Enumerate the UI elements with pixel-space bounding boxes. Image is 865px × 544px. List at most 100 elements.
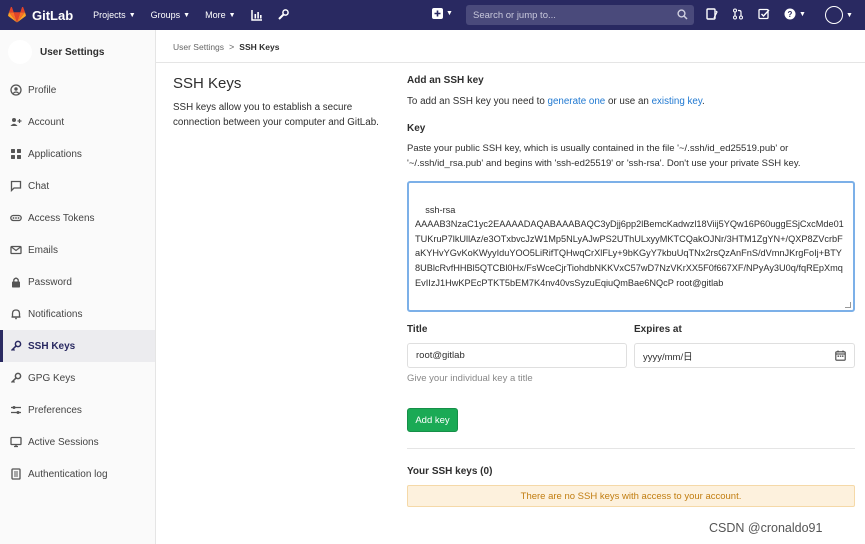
preferences-icon bbox=[9, 403, 23, 417]
admin-wrench-icon[interactable] bbox=[277, 9, 289, 21]
sidebar-item-label: Applications bbox=[28, 148, 82, 160]
activity-chart-icon[interactable] bbox=[250, 9, 263, 21]
account-icon bbox=[9, 115, 23, 129]
calendar-icon[interactable] bbox=[835, 350, 846, 361]
section-divider bbox=[407, 448, 855, 449]
generate-one-link[interactable]: generate one bbox=[548, 96, 606, 107]
sidebar-item-profile[interactable]: Profile bbox=[0, 74, 155, 106]
sidebar-item-applications[interactable]: Applications bbox=[0, 138, 155, 170]
add-text-suffix: . bbox=[702, 96, 705, 107]
help-icon: ? bbox=[784, 8, 796, 20]
emails-icon bbox=[9, 243, 23, 257]
sidebar-item-access-tokens[interactable]: Access Tokens bbox=[0, 202, 155, 234]
issues-icon[interactable] bbox=[706, 8, 718, 20]
sidebar-item-label: Password bbox=[28, 276, 72, 288]
sidebar-item-authentication-log[interactable]: Authentication log bbox=[0, 458, 155, 490]
search-icon bbox=[677, 9, 688, 20]
sidebar-item-label: SSH Keys bbox=[28, 340, 76, 352]
breadcrumb-separator: > bbox=[229, 42, 235, 52]
password-icon bbox=[9, 275, 23, 289]
title-label: Title bbox=[407, 324, 428, 335]
breadcrumb: User Settings > SSH Keys bbox=[173, 42, 279, 52]
sidebar-item-account[interactable]: Account bbox=[0, 106, 155, 138]
existing-key-link[interactable]: existing key bbox=[652, 96, 702, 107]
todos-icon[interactable] bbox=[758, 8, 770, 20]
settings-sidebar: User Settings Profile Account Applicatio… bbox=[0, 30, 156, 544]
plus-square-icon bbox=[432, 8, 443, 19]
breadcrumb-parent[interactable]: User Settings bbox=[173, 42, 224, 52]
breadcrumb-current[interactable]: SSH Keys bbox=[239, 42, 279, 52]
search-input[interactable]: Search or jump to... bbox=[466, 5, 694, 25]
gitlab-logo-icon bbox=[8, 7, 26, 23]
breadcrumb-divider bbox=[156, 62, 865, 63]
add-key-button[interactable]: Add key bbox=[407, 408, 458, 432]
notifications-icon bbox=[9, 307, 23, 321]
profile-icon bbox=[9, 83, 23, 97]
sidebar-item-label: Profile bbox=[28, 84, 57, 96]
app-name: GitLab bbox=[32, 7, 74, 23]
nav-projects-label: Projects bbox=[93, 10, 126, 20]
sidebar-item-label: Access Tokens bbox=[28, 212, 95, 224]
chevron-down-icon: ▼ bbox=[228, 11, 236, 19]
sidebar-item-chat[interactable]: Chat bbox=[0, 170, 155, 202]
user-menu[interactable]: ▼ bbox=[825, 6, 853, 24]
page-description: SSH keys allow you to establish a secure… bbox=[173, 102, 379, 128]
sidebar-header[interactable]: User Settings bbox=[0, 30, 155, 74]
new-item-button[interactable]: ▼ bbox=[432, 8, 453, 19]
chevron-down-icon: ▼ bbox=[846, 11, 853, 19]
sidebar-item-label: Active Sessions bbox=[28, 436, 99, 448]
sidebar-item-label: Preferences bbox=[28, 404, 82, 416]
sidebar-item-label: Account bbox=[28, 116, 65, 128]
nav-projects[interactable]: Projects ▼ bbox=[93, 10, 135, 20]
add-text-prefix: To add an SSH key you need to bbox=[407, 96, 548, 107]
add-text-middle: or use an bbox=[605, 96, 652, 107]
avatar bbox=[8, 40, 32, 64]
expires-at-input[interactable]: yyyy/mm/日 bbox=[634, 343, 855, 368]
help-menu[interactable]: ? ▼ bbox=[784, 8, 806, 20]
chevron-down-icon: ▼ bbox=[183, 11, 191, 19]
chevron-down-icon: ▼ bbox=[128, 11, 136, 19]
sidebar-item-notifications[interactable]: Notifications bbox=[0, 298, 155, 330]
authentication-log-icon bbox=[9, 467, 23, 481]
key-label: Key bbox=[407, 123, 426, 134]
chevron-down-icon: ▼ bbox=[446, 10, 453, 17]
chat-icon bbox=[9, 179, 23, 193]
merge-requests-icon[interactable] bbox=[732, 8, 744, 20]
add-ssh-key-instructions: To add an SSH key you need to generate o… bbox=[407, 96, 705, 107]
title-help-text: Give your individual key a title bbox=[407, 373, 533, 384]
sidebar-item-label: GPG Keys bbox=[28, 372, 76, 384]
nav-groups-label: Groups bbox=[150, 10, 181, 20]
key-help-text: Paste your public SSH key, which is usua… bbox=[407, 143, 801, 169]
sidebar-title: User Settings bbox=[40, 46, 105, 58]
user-avatar bbox=[825, 6, 843, 24]
expires-at-label: Expires at bbox=[634, 324, 682, 335]
sidebar-item-ssh-keys[interactable]: SSH Keys bbox=[0, 330, 155, 362]
sidebar-item-label: Emails bbox=[28, 244, 59, 256]
no-ssh-keys-notice: There are no SSH keys with access to you… bbox=[407, 485, 855, 507]
sidebar-item-gpg-keys[interactable]: GPG Keys bbox=[0, 362, 155, 394]
top-navbar: GitLab Projects ▼ Groups ▼ More ▼ ▼ Sear… bbox=[0, 0, 865, 30]
title-input-value: root@gitlab bbox=[416, 350, 465, 361]
sidebar-item-label: Chat bbox=[28, 180, 50, 192]
sidebar-item-active-sessions[interactable]: Active Sessions bbox=[0, 426, 155, 458]
gpg-key-icon bbox=[9, 371, 23, 385]
sidebar-item-label: Notifications bbox=[28, 308, 83, 320]
sidebar-item-emails[interactable]: Emails bbox=[0, 234, 155, 266]
chevron-down-icon: ▼ bbox=[799, 10, 806, 18]
sidebar-item-password[interactable]: Password bbox=[0, 266, 155, 298]
navbar-right-icons: ? ▼ bbox=[706, 8, 820, 20]
nav-groups[interactable]: Groups ▼ bbox=[151, 10, 190, 20]
gitlab-logo[interactable]: GitLab bbox=[8, 7, 73, 23]
sidebar-item-preferences[interactable]: Preferences bbox=[0, 394, 155, 426]
nav-more-label: More bbox=[205, 10, 226, 20]
resize-handle-icon[interactable] bbox=[845, 302, 851, 308]
key-textarea[interactable]: ssh-rsa AAAAB3NzaC1yc2EAAAADAQABAAABAQC3… bbox=[407, 181, 855, 312]
nav-more[interactable]: More ▼ bbox=[205, 10, 235, 20]
your-ssh-keys-heading: Your SSH keys (0) bbox=[407, 466, 493, 477]
search-placeholder: Search or jump to... bbox=[473, 9, 556, 21]
ssh-key-icon bbox=[9, 339, 23, 353]
watermark: CSDN @cronaldo91 bbox=[709, 521, 823, 535]
title-input[interactable]: root@gitlab bbox=[407, 343, 627, 368]
key-textarea-value: ssh-rsa AAAAB3NzaC1yc2EAAAADAQABAAABAQC3… bbox=[415, 204, 844, 288]
nav-menu: Projects ▼ Groups ▼ More ▼ bbox=[93, 9, 302, 21]
